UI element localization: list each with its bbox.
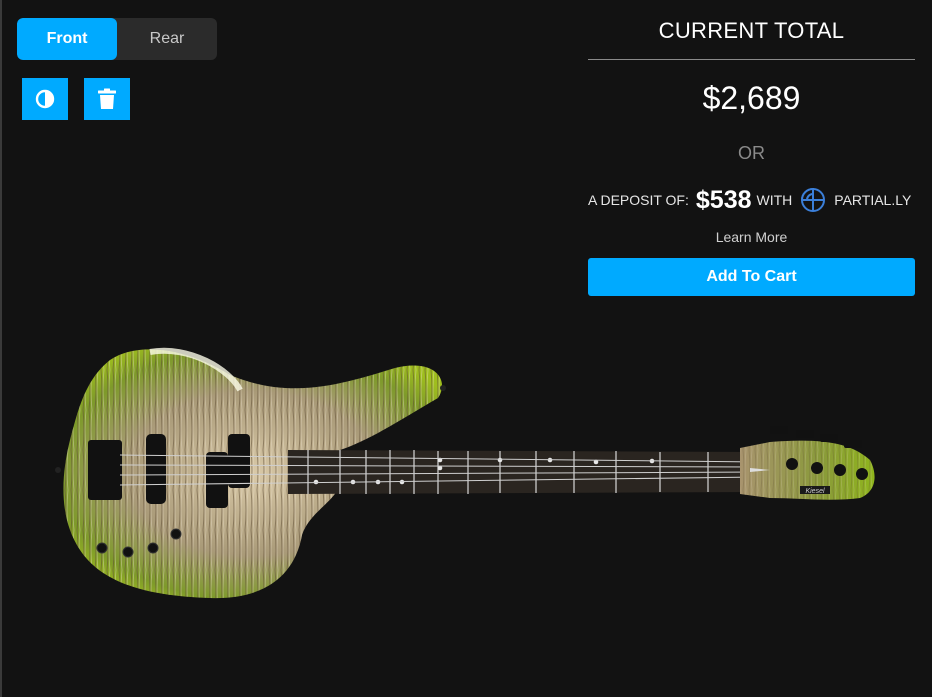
front-view-tab[interactable]: Front	[17, 18, 117, 60]
divider	[588, 59, 915, 60]
bridge-pickup-2	[228, 434, 250, 488]
or-label: OR	[738, 143, 765, 163]
add-to-cart-button[interactable]: Add To Cart	[588, 258, 915, 296]
delete-button[interactable]	[84, 78, 130, 120]
trash-icon	[98, 88, 116, 109]
learn-more-link[interactable]: Learn More	[588, 229, 915, 245]
neck-pickup	[146, 434, 166, 504]
frame-border	[0, 0, 2, 697]
rear-view-tab[interactable]: Rear	[117, 18, 217, 60]
current-total-title: CURRENT TOTAL	[658, 18, 845, 43]
deposit-amount: $538	[695, 185, 752, 214]
deposit-with-label: WITH	[756, 192, 793, 208]
partially-logo-icon	[801, 187, 826, 212]
deposit-row: A DEPOSIT OF: $538 WITH PARTIAL.LY	[588, 183, 915, 217]
contrast-icon	[35, 89, 55, 109]
headstock: Kiesel	[740, 426, 875, 500]
svg-text:Kiesel: Kiesel	[805, 488, 825, 495]
partner-brand: PARTIAL.LY	[834, 192, 912, 208]
deposit-label: A DEPOSIT OF:	[588, 192, 689, 208]
bass-guitar-preview: Kiesel	[55, 347, 875, 599]
bridge-pickup	[206, 452, 228, 508]
total-price: $2,689	[702, 80, 801, 116]
view-toggle: Front Rear	[17, 18, 217, 60]
bridge	[88, 440, 122, 500]
headstock-logo: Kiesel	[800, 486, 830, 495]
contrast-toggle-button[interactable]	[22, 78, 68, 120]
